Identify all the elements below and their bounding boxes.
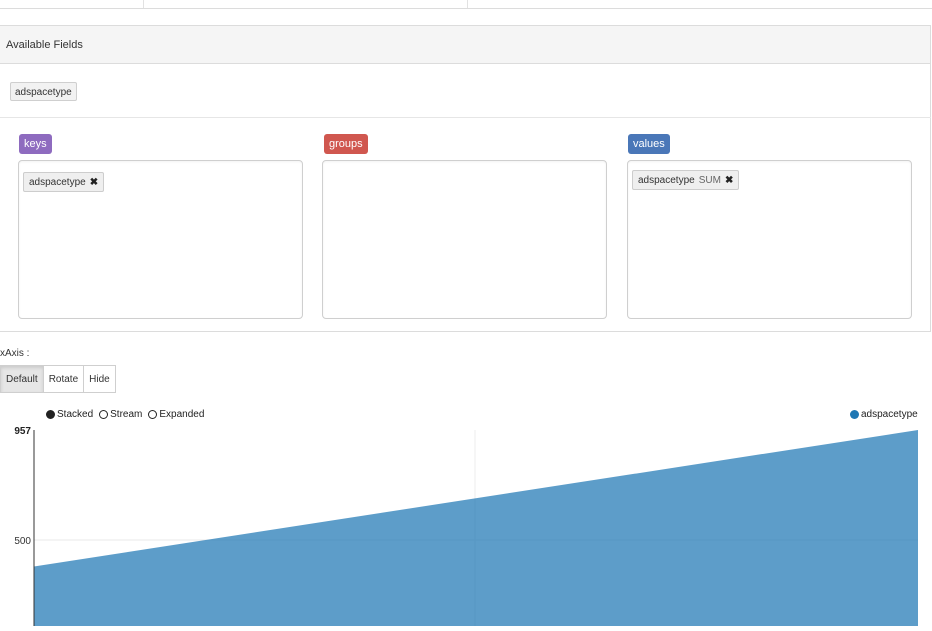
chart-style-controls: Stacked Stream Expanded	[46, 409, 210, 420]
available-fields-title: Available Fields	[6, 39, 83, 51]
values-field-pill[interactable]: adspacetype SUM ✖	[632, 170, 740, 190]
chart-legend[interactable]: adspacetype	[850, 409, 918, 420]
toolbar-divider	[467, 0, 468, 8]
legend-dot-icon	[850, 410, 859, 419]
available-field-chip[interactable]: adspacetype	[10, 82, 77, 101]
groups-drop-zone[interactable]	[322, 160, 607, 319]
radio-selected-icon[interactable]	[46, 410, 55, 419]
top-toolbar-rule	[0, 0, 932, 9]
axis-button-group: Default Rotate Hide	[0, 365, 116, 393]
x-axis-title: xAxis :	[0, 348, 30, 359]
expanded-label: Expanded	[159, 409, 205, 420]
stream-label: Stream	[110, 409, 143, 420]
divider	[0, 117, 931, 118]
legend-label: adspacetype	[861, 409, 918, 420]
toolbar-divider	[143, 0, 144, 8]
pill-label: adspacetype	[638, 175, 695, 186]
area-series	[34, 430, 918, 626]
axis-default-button[interactable]: Default	[0, 365, 44, 393]
remove-icon[interactable]: ✖	[725, 175, 733, 186]
panel-heading: Available Fields	[0, 26, 930, 64]
values-zone-label: values	[628, 134, 670, 154]
expanded-option[interactable]: Expanded	[148, 409, 204, 420]
keys-field-pill[interactable]: adspacetype ✖	[23, 172, 105, 192]
remove-icon[interactable]: ✖	[90, 177, 98, 188]
stream-option[interactable]: Stream	[99, 409, 142, 420]
chart-svg: 957 500	[14, 426, 918, 626]
radio-icon[interactable]	[99, 410, 109, 419]
radio-icon[interactable]	[148, 410, 158, 419]
keys-drop-zone[interactable]: adspacetype ✖	[18, 160, 303, 319]
aggregate-label[interactable]: SUM	[699, 175, 721, 186]
y-tick-label: 957	[14, 426, 31, 437]
values-drop-zone[interactable]: adspacetype SUM ✖	[627, 160, 912, 319]
axis-hide-button[interactable]: Hide	[83, 365, 116, 393]
stacked-label: Stacked	[57, 409, 94, 420]
pill-label: adspacetype	[29, 177, 86, 188]
keys-zone-label: keys	[19, 134, 52, 154]
y-tick-label: 500	[14, 536, 31, 547]
groups-zone-label: groups	[324, 134, 368, 154]
axis-rotate-button[interactable]: Rotate	[42, 365, 85, 393]
stacked-option[interactable]: Stacked	[46, 409, 93, 420]
area-chart: 957 500	[0, 400, 932, 626]
